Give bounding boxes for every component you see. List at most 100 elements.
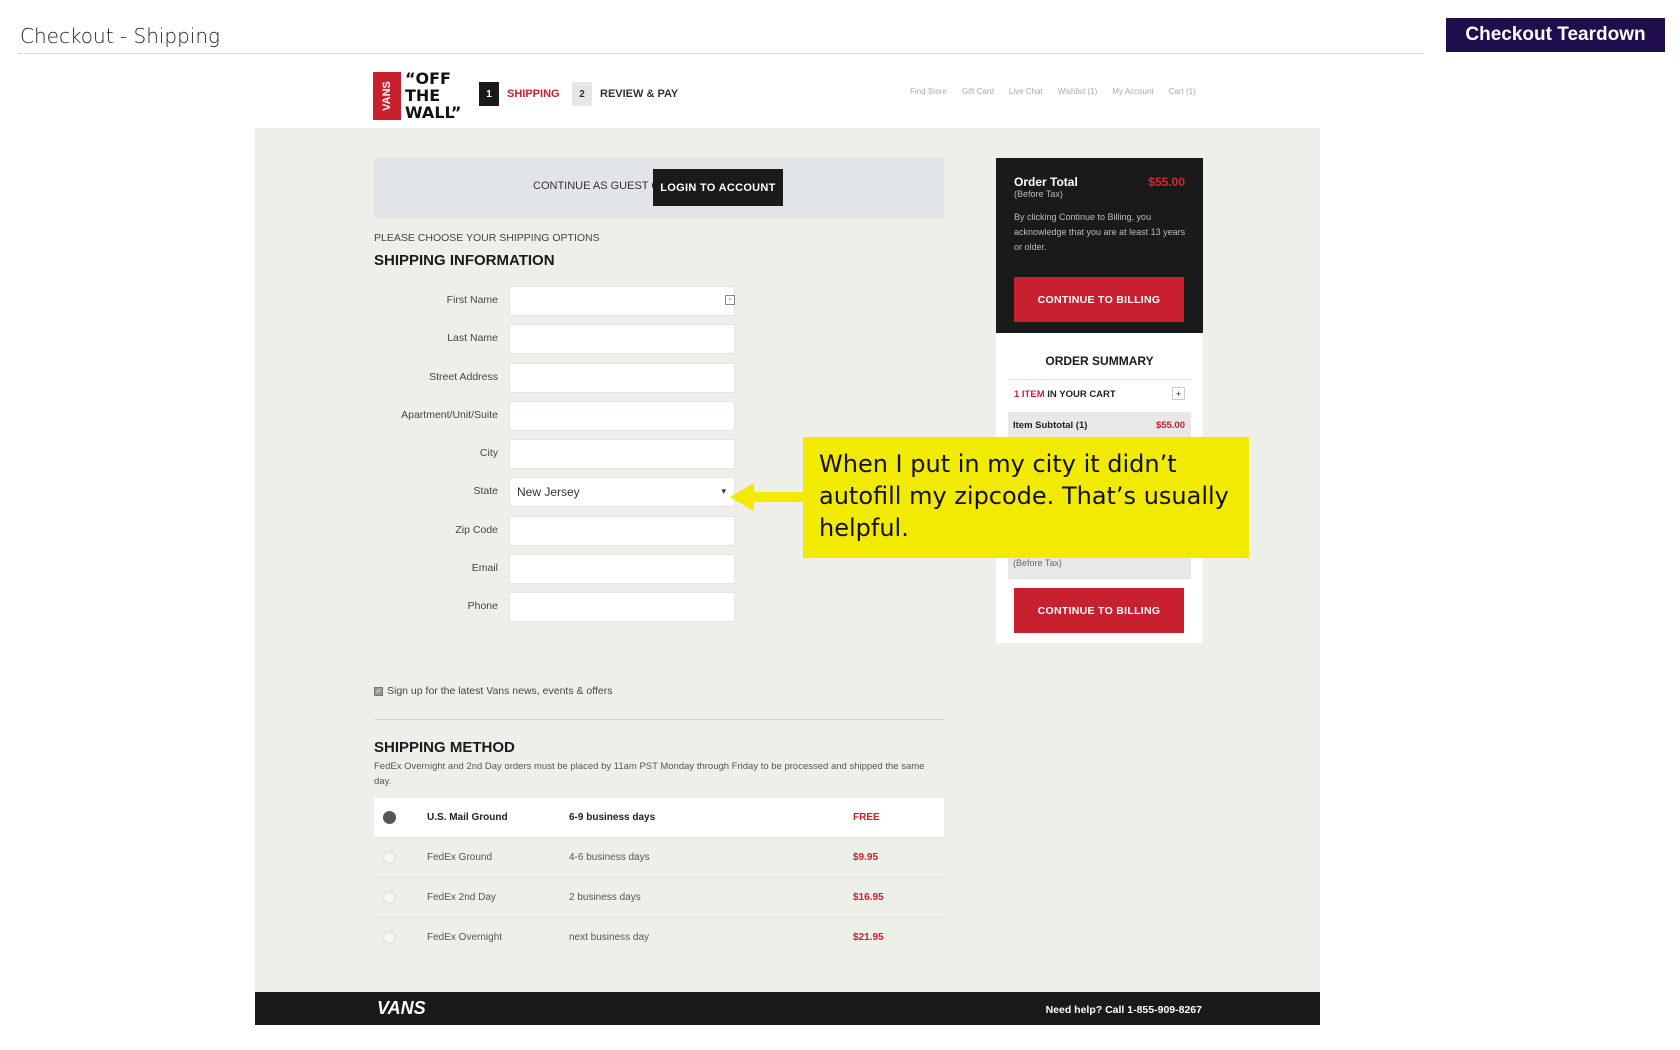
utility-nav: Find Store Gift Card Live Chat Wishlist …: [910, 87, 1196, 96]
teardown-divider: [18, 53, 1423, 54]
step-number: 1: [479, 82, 499, 106]
option-name: FedEx Ground: [427, 852, 493, 863]
state-select[interactable]: New Jersey ▾: [509, 477, 735, 507]
field-label: Zip Code: [455, 524, 498, 536]
shipping-option-fedex-overnight[interactable]: FedEx Overnight next business day $21.95: [374, 918, 944, 958]
continue-to-billing-button[interactable]: CONTINUE TO BILLING: [1014, 277, 1184, 322]
zip-code-input[interactable]: [509, 516, 735, 546]
first-name-input[interactable]: [509, 286, 735, 316]
field-label: First Name: [446, 294, 498, 306]
guest-text: CONTINUE AS GUEST OR: [533, 180, 668, 192]
continue-to-billing-button-bottom[interactable]: CONTINUE TO BILLING: [1014, 588, 1184, 633]
newsletter-signup: ✓ Sign up for the latest Vans news, even…: [374, 685, 613, 697]
field-label: Phone: [467, 600, 498, 612]
site-footer: VANS Need help? Call 1-855-909-8267: [255, 992, 1320, 1025]
shipping-options-label: PLEASE CHOOSE YOUR SHIPPING OPTIONS: [374, 232, 600, 244]
option-days: 2 business days: [569, 892, 641, 903]
teardown-title: Checkout - Shipping: [20, 24, 221, 48]
newsletter-label: Sign up for the latest Vans news, events…: [387, 685, 613, 697]
step-number: 2: [572, 82, 592, 106]
nav-cart[interactable]: Cart (1): [1169, 87, 1196, 96]
footer-vans-logo[interactable]: VANS: [377, 998, 426, 1019]
summary-divider: [1008, 379, 1191, 380]
field-label: Email: [471, 562, 498, 574]
form-row-first-name: First Name ▪: [374, 286, 735, 316]
nav-wishlist[interactable]: Wishlist (1): [1058, 87, 1098, 96]
order-age-note: By clicking Continue to Billing, you ack…: [1014, 212, 1186, 252]
order-total-before-tax: (Before Tax): [1014, 189, 1063, 199]
shipping-option-fedex-ground[interactable]: FedEx Ground 4-6 business days $9.95: [374, 838, 944, 878]
contact-card-icon[interactable]: ▪: [725, 295, 735, 305]
option-price: FREE: [853, 812, 880, 823]
step-review-pay: 2 REVIEW & PAY: [572, 82, 678, 106]
annotation-arrow-icon: [730, 483, 805, 511]
email-input[interactable]: [509, 554, 735, 584]
apartment-input[interactable]: [509, 401, 735, 431]
shipping-option-mail-ground[interactable]: U.S. Mail Ground 6-9 business days FREE: [374, 798, 944, 838]
form-row-city: City: [374, 439, 735, 469]
order-total-price: $55.00: [1148, 175, 1185, 189]
radio-button[interactable]: [383, 851, 396, 864]
subtotal-label: Item Subtotal (1): [1013, 420, 1088, 431]
step-label: SHIPPING: [507, 88, 560, 100]
form-row-state: State New Jersey ▾: [374, 477, 735, 507]
form-row-street: Street Address: [374, 363, 735, 393]
shipping-method-note: FedEx Overnight and 2nd Day orders must …: [374, 761, 925, 787]
form-row-last-name: Last Name: [374, 324, 735, 354]
order-summary-title: ORDER SUMMARY: [1045, 354, 1154, 368]
nav-find-store[interactable]: Find Store: [910, 87, 947, 96]
expand-plus-icon[interactable]: +: [1172, 387, 1185, 400]
state-select-value: New Jersey: [517, 485, 580, 499]
field-label: Street Address: [429, 371, 498, 383]
order-total-label: Order Total: [1014, 175, 1078, 189]
shipping-method-title: SHIPPING METHOD: [374, 739, 515, 756]
shipping-info-title: SHIPPING INFORMATION: [374, 252, 555, 269]
order-total-box: Order Total (Before Tax) $55.00 By click…: [996, 158, 1203, 333]
caret-down-icon: ▾: [721, 486, 726, 496]
option-name: FedEx Overnight: [427, 932, 503, 943]
step-label: REVIEW & PAY: [600, 88, 679, 100]
option-price: $9.95: [853, 852, 879, 863]
option-name: U.S. Mail Ground: [427, 812, 508, 823]
vans-logo-mark: VANS: [373, 72, 401, 120]
vans-logo[interactable]: VANS “OFF THE WALL”: [373, 68, 463, 122]
street-address-input[interactable]: [509, 363, 735, 393]
site-header: VANS “OFF THE WALL” 1 SHIPPING 2 REVIEW …: [255, 62, 1320, 128]
field-label: State: [473, 485, 498, 497]
radio-button[interactable]: [383, 811, 396, 824]
form-row-zip: Zip Code: [374, 516, 735, 546]
subtotal-value: $55.00: [1155, 420, 1185, 431]
nav-my-account[interactable]: My Account: [1112, 87, 1153, 96]
annotation-callout: When I put in my city it didn’t autofill…: [803, 437, 1249, 558]
step-shipping: 1 SHIPPING: [479, 82, 560, 106]
vans-logo-tagline: “OFF THE WALL”: [405, 69, 462, 122]
form-row-email: Email: [374, 554, 735, 584]
shipping-option-fedex-2nd-day[interactable]: FedEx 2nd Day 2 business days $16.95: [374, 878, 944, 918]
form-row-phone: Phone: [374, 592, 735, 622]
option-name: FedEx 2nd Day: [427, 892, 496, 903]
item-subtotal-row: Item Subtotal (1) $55.00: [1008, 412, 1191, 438]
radio-button[interactable]: [383, 891, 396, 904]
option-days: 6-9 business days: [569, 812, 656, 823]
phone-input[interactable]: [509, 592, 735, 622]
cart-item-count: 1 ITEM IN YOUR CART: [1014, 389, 1116, 400]
option-price: $21.95: [853, 932, 884, 943]
option-days: 4-6 business days: [569, 852, 650, 863]
option-days: next business day: [569, 932, 650, 943]
last-name-input[interactable]: [509, 324, 735, 354]
field-label: Last Name: [447, 332, 498, 344]
form-row-apartment: Apartment/Unit/Suite: [374, 401, 735, 431]
shipping-method-list: U.S. Mail Ground 6-9 business days FREE …: [374, 798, 944, 958]
newsletter-checkbox[interactable]: ✓: [374, 686, 383, 696]
nav-live-chat[interactable]: Live Chat: [1009, 87, 1043, 96]
field-label: City: [479, 447, 498, 459]
nav-gift-card[interactable]: Gift Card: [962, 87, 994, 96]
guest-login-bar: CONTINUE AS GUEST OR LOGIN TO ACCOUNT: [374, 158, 944, 218]
section-divider: [374, 719, 944, 720]
field-label: Apartment/Unit/Suite: [401, 409, 498, 421]
radio-button[interactable]: [383, 931, 396, 944]
login-button[interactable]: LOGIN TO ACCOUNT: [653, 169, 783, 206]
teardown-badge: Checkout Teardown: [1446, 18, 1665, 52]
city-input[interactable]: [509, 439, 735, 469]
option-price: $16.95: [853, 892, 884, 903]
